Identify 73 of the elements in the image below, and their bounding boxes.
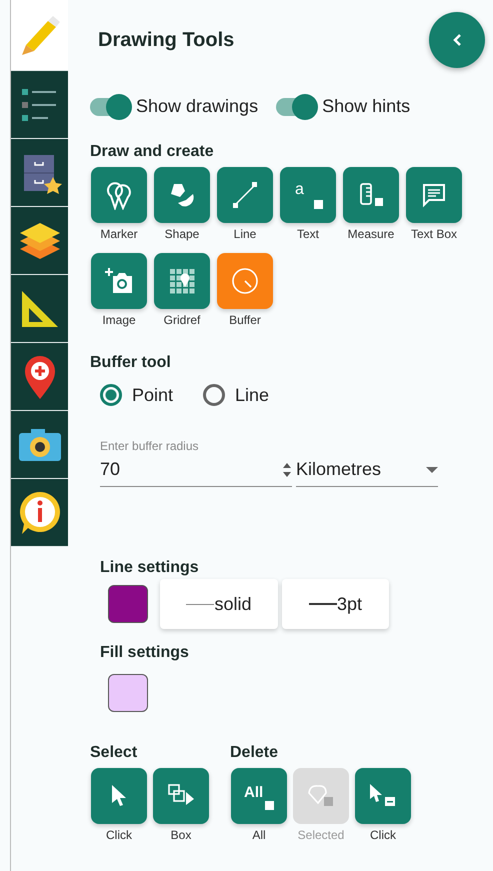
radio-button[interactable] [100,384,122,406]
action-label: Click [106,828,132,842]
toggle-label: Show drawings [136,96,258,117]
tool-button[interactable] [406,167,462,223]
section-heading: Draw and create [90,143,215,161]
pointer-icon [110,784,128,808]
spinner-icon[interactable] [282,462,292,478]
tool-button[interactable] [154,253,210,309]
info-icon [18,490,62,536]
line-icon [231,181,259,209]
tool-label: Shape [164,227,200,241]
tool-button[interactable] [217,167,273,223]
field-label: Enter buffer radius [100,439,200,453]
line-style-button[interactable]: solid [160,579,278,629]
panel-title: Drawing Tools [98,28,234,52]
section-heading: Select [90,744,138,762]
sidebar-item[interactable] [11,343,68,411]
sidebar-item[interactable] [11,207,68,275]
unit-dropdown[interactable]: Kilometres [296,459,438,487]
tool-label: Image [102,313,136,327]
line-width-button[interactable]: 3pt [282,579,389,629]
sidebar-item[interactable] [11,479,68,547]
radio-button[interactable] [203,384,226,406]
tool-button[interactable] [91,167,147,223]
tool-label: Buffer [229,313,261,327]
tool-button[interactable] [343,167,399,223]
toggle-label: Show hints [322,96,410,117]
section-heading: Delete [230,744,280,762]
field-value: 70 [100,459,120,480]
circle-radius-icon [231,267,259,295]
section-heading: Line settings [100,559,200,577]
radio-label: Line [235,384,270,406]
sidebar-item[interactable] [11,71,68,139]
collapse-button[interactable] [429,12,485,68]
tool-label: Text Box [410,227,458,241]
section-heading: Buffer tool [90,354,172,372]
tool-label: Line [234,227,256,241]
comment-icon [421,182,447,208]
layers-icon [18,220,62,260]
tool-label: Text [296,227,319,241]
grid-pin-icon [168,267,196,295]
tool-button[interactable] [91,253,147,309]
tool-label: Marker [100,227,138,241]
action-label: All [252,828,266,842]
tool-button[interactable] [217,253,273,309]
tool-button[interactable]: a [280,167,336,223]
tool-label: Gridref [164,313,200,327]
action-button[interactable] [91,768,147,824]
ruler-icon [358,182,384,208]
fill-color-swatch[interactable] [108,674,148,712]
sidebar-item[interactable] [11,411,68,479]
pointer-minus-icon [368,783,398,809]
dropdown-caret-icon [426,466,438,472]
action-label: Click [370,828,396,842]
tool-label: Measure [348,227,394,241]
action-button[interactable] [153,768,209,824]
action-button[interactable]: All [231,768,287,824]
add-photo-icon [104,267,134,295]
action-label: Selected [298,828,344,842]
balloons-icon [105,180,133,210]
action-button[interactable] [355,768,411,824]
camera-icon [16,426,62,462]
chevron-left-icon [452,33,462,47]
section-heading: Fill settings [100,644,190,662]
sidebar-item[interactable] [11,139,68,207]
radio-label: Point [132,384,174,406]
radius-input-field[interactable]: Enter buffer radius 70 [100,439,292,487]
shapes-icon [168,182,196,208]
tool-button[interactable] [154,167,210,223]
shape-minus-icon [306,783,336,809]
action-label: Box [170,828,192,842]
line-color-swatch[interactable] [108,585,148,623]
sidebar-item[interactable] [11,275,68,343]
